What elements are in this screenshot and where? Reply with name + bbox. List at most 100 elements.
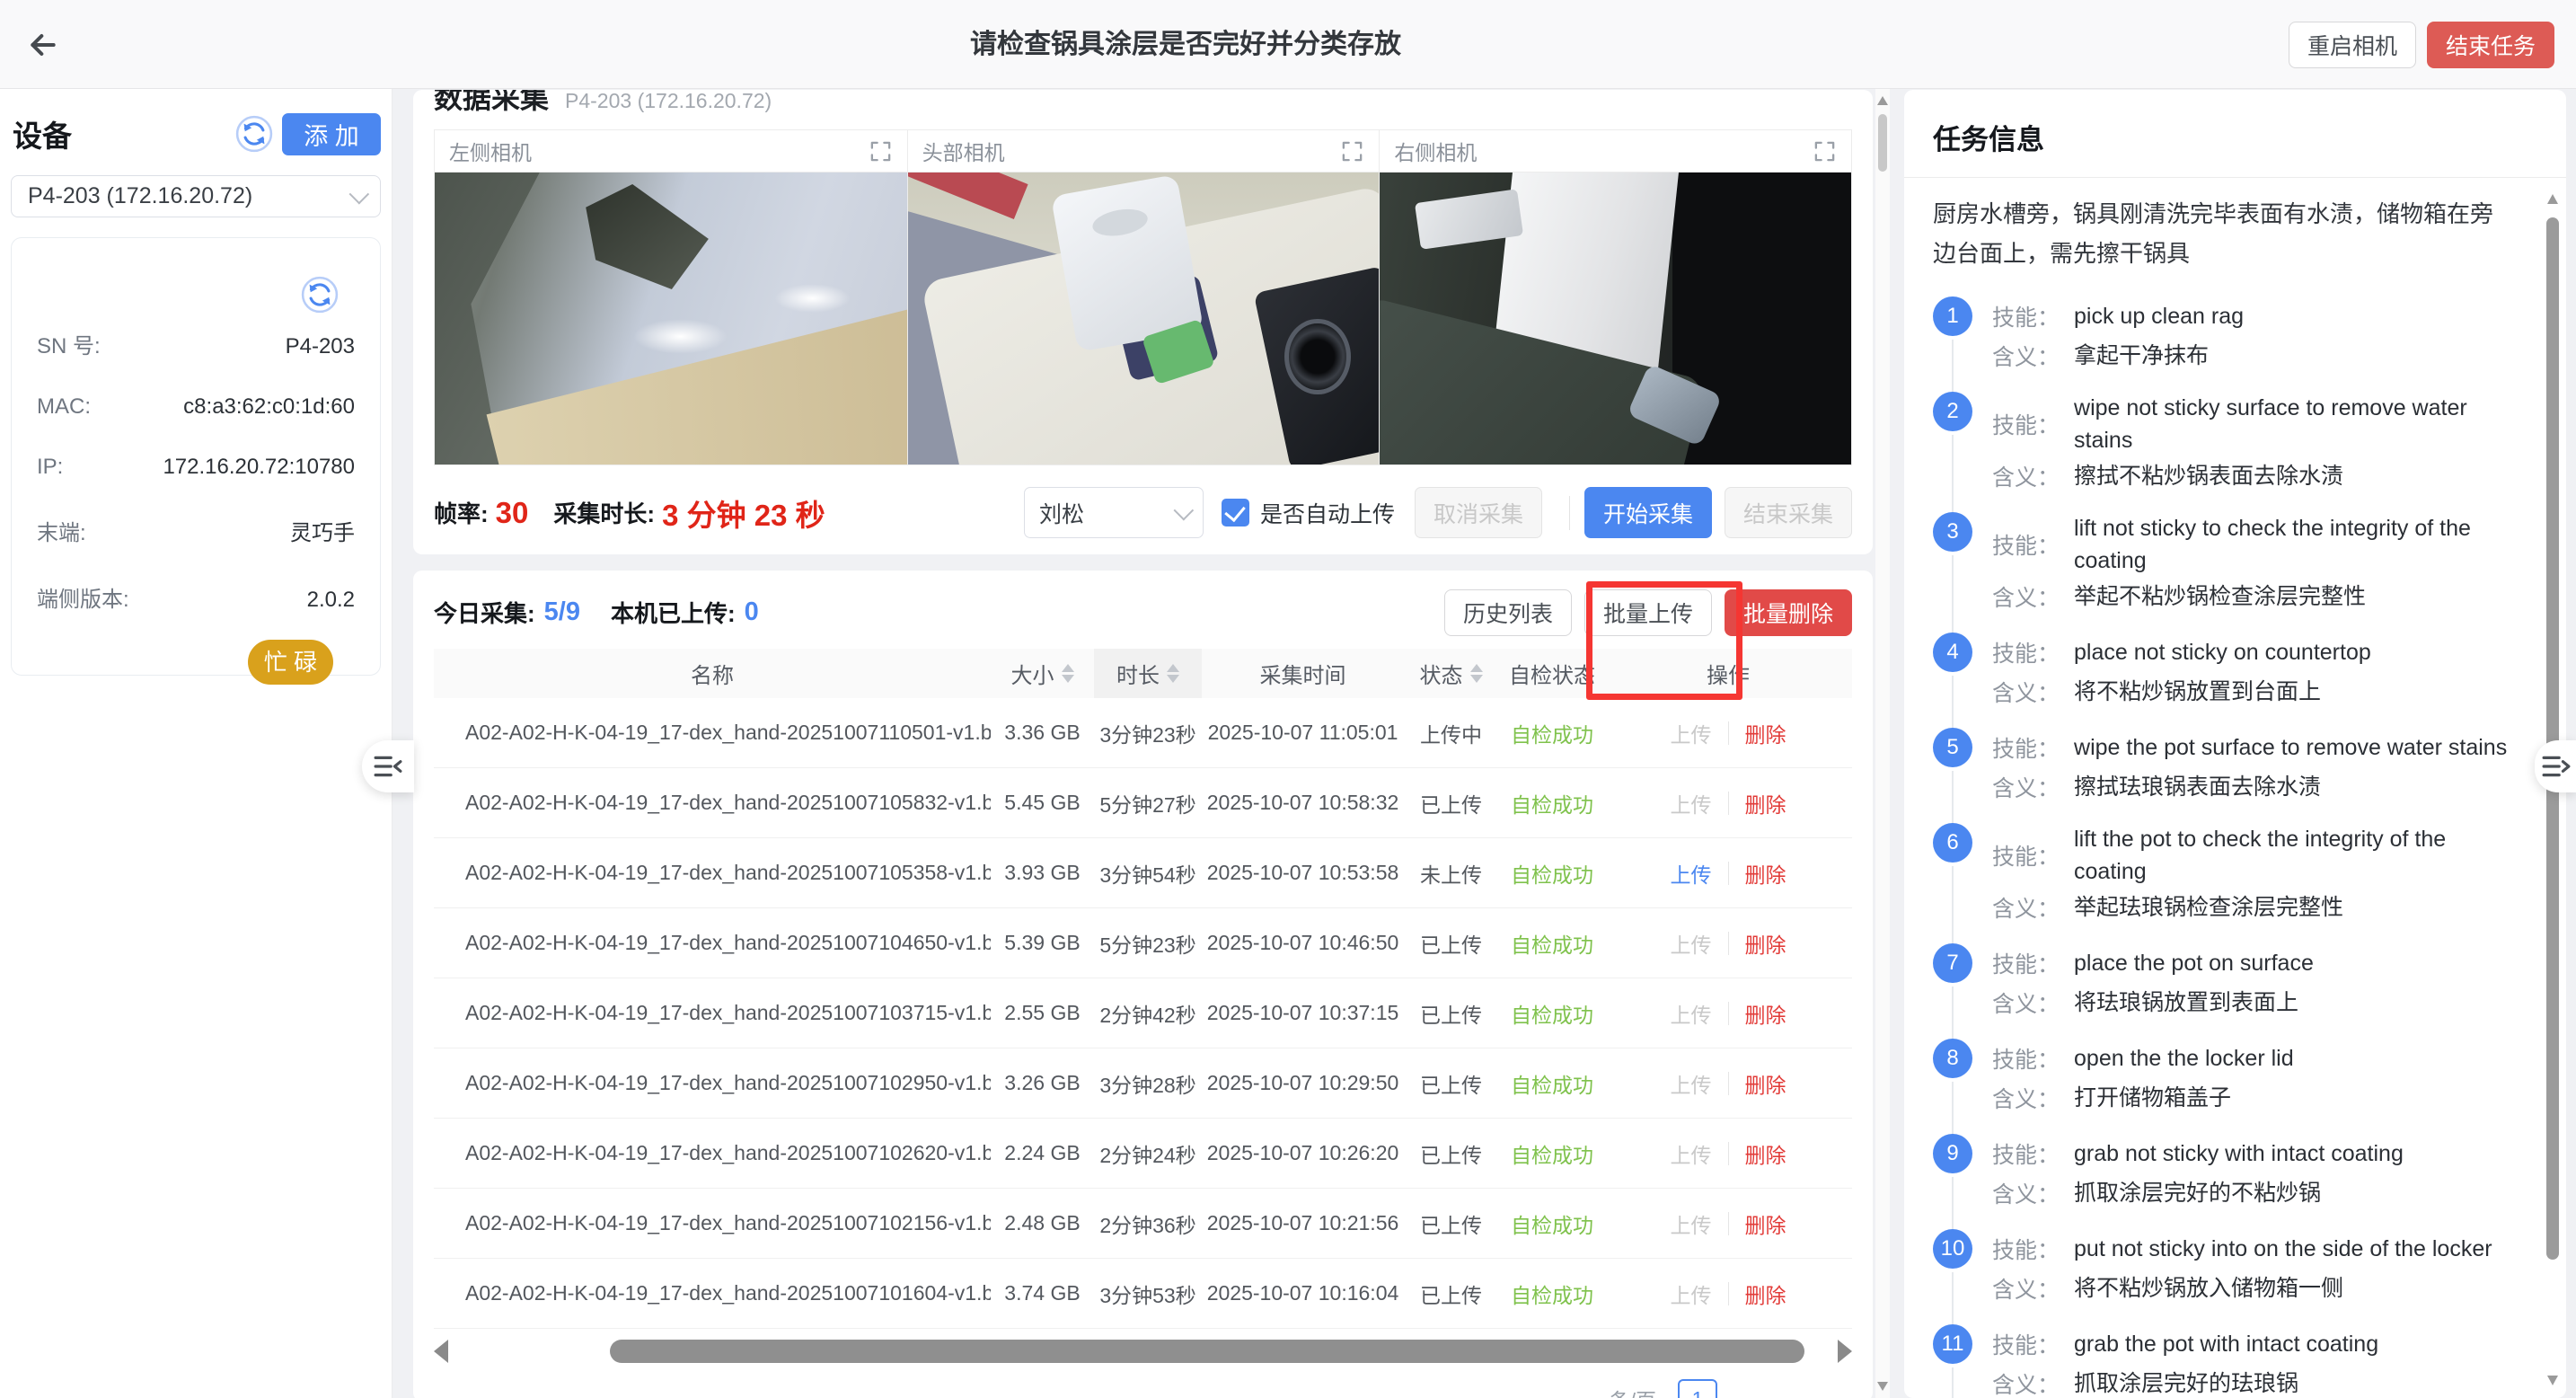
scroll-up-arrow-icon[interactable] (1877, 96, 1888, 105)
scroll-down-arrow-icon[interactable] (2547, 1376, 2558, 1385)
scroll-down-arrow-icon[interactable] (1877, 1382, 1888, 1391)
refresh-devices-icon[interactable] (235, 115, 273, 153)
skill-number-badge: 8 (1933, 1039, 1972, 1078)
column-header-4[interactable]: 状态 (1404, 649, 1498, 698)
scroll-right-arrow-icon[interactable] (1838, 1340, 1852, 1363)
upload-action-link[interactable]: 上传 (1671, 1279, 1712, 1309)
delete-action-link[interactable]: 删除 (1745, 718, 1786, 748)
skill-text: lift not sticky to check the integrity o… (2074, 512, 2512, 577)
column-header-2[interactable]: 时长 (1094, 649, 1202, 698)
file-name-cell: A02-A02-H-K-04-19_17-dex_hand-2025100710… (434, 931, 991, 955)
fullscreen-icon[interactable] (1340, 139, 1364, 164)
restart-camera-button[interactable]: 重启相机 (2289, 22, 2416, 68)
fullscreen-icon[interactable] (1813, 139, 1837, 164)
delete-action-link[interactable]: 删除 (1745, 1068, 1786, 1099)
row-actions-cell: 上传 删除 (1606, 858, 1850, 889)
vertical-scroll-thumb[interactable] (1878, 114, 1887, 172)
sort-caret-icon[interactable] (1470, 664, 1483, 683)
meaning-label: 含义： (1992, 771, 2060, 803)
upload-status-cell: 未上传 (1404, 858, 1498, 889)
meaning-text: 拿起干净抹布 (2074, 340, 2209, 372)
menu-fold-icon (374, 754, 402, 779)
file-name-cell: A02-A02-H-K-04-19_17-dex_hand-2025100710… (434, 1141, 991, 1165)
row-actions-cell: 上传 删除 (1606, 1068, 1850, 1099)
history-list-button[interactable]: 历史列表 (1444, 589, 1572, 636)
skill-item: 7 技能： place the pot on surface 含义： 将珐琅锅放… (1933, 943, 2512, 1022)
column-header-5: 自检状态 (1498, 649, 1606, 698)
page-number-button[interactable]: 1 (1678, 1379, 1717, 1398)
meaning-text: 举起珐琅锅检查涂层完整性 (2074, 891, 2343, 924)
skill-text: place not sticky on countertop (2074, 636, 2371, 668)
row-actions-cell: 上传 删除 (1606, 1208, 1850, 1239)
task-scroll-thumb[interactable] (2546, 217, 2559, 1260)
meaning-text: 擦拭珐琅锅表面去除水渍 (2074, 771, 2321, 803)
collapse-task-panel-tab[interactable] (2535, 740, 2576, 792)
row-actions-cell: 上传 删除 (1606, 998, 1850, 1029)
section-title: 数据采集 (434, 90, 549, 117)
delete-action-link[interactable]: 删除 (1745, 1279, 1786, 1309)
upload-action-link[interactable]: 上传 (1671, 1138, 1712, 1169)
upload-action-link[interactable]: 上传 (1671, 718, 1712, 748)
horizontal-scroll-track[interactable] (459, 1339, 1827, 1364)
skill-item: 5 技能： wipe the pot surface to remove wat… (1933, 728, 2512, 807)
delete-action-link[interactable]: 删除 (1745, 998, 1786, 1029)
delete-action-link[interactable]: 删除 (1745, 1138, 1786, 1169)
scroll-up-arrow-icon[interactable] (2547, 194, 2558, 204)
delete-action-link[interactable]: 删除 (1745, 788, 1786, 818)
button-divider (1569, 496, 1570, 530)
upload-action-link[interactable]: 上传 (1671, 1068, 1712, 1099)
upload-action-link[interactable]: 上传 (1671, 1208, 1712, 1239)
device-status-badge: 忙 碌 (248, 640, 333, 685)
skill-number-badge: 6 (1933, 823, 1972, 863)
file-duration-cell: 5分钟27秒 (1094, 788, 1202, 818)
file-size-cell: 2.24 GB (991, 1141, 1094, 1165)
fullscreen-icon[interactable] (869, 139, 893, 164)
sort-caret-icon[interactable] (1062, 664, 1074, 683)
auto-upload-checkbox[interactable] (1222, 499, 1249, 526)
device-select[interactable]: P4-203 (172.16.20.72) (11, 175, 381, 217)
cancel-collect-button[interactable]: 取消采集 (1415, 487, 1542, 538)
upload-action-link[interactable]: 上传 (1671, 858, 1712, 889)
action-divider (1728, 862, 1729, 885)
upload-action-link[interactable]: 上传 (1671, 788, 1712, 818)
collect-time-cell: 2025-10-07 10:37:15 (1202, 1001, 1404, 1025)
device-info-row: MAC: c8:a3:62:c0:1d:60 (37, 394, 355, 420)
device-info-row: SN 号: P4-203 (37, 328, 355, 359)
meaning-label: 含义： (1992, 676, 2060, 708)
device-info-row: 端侧版本: 2.0.2 (37, 581, 355, 613)
upload-status-cell: 已上传 (1404, 928, 1498, 959)
collect-time-cell: 2025-10-07 10:21:56 (1202, 1211, 1404, 1235)
delete-action-link[interactable]: 删除 (1745, 928, 1786, 959)
file-size-cell: 5.39 GB (991, 931, 1094, 955)
camera-panel: 头部相机 (907, 130, 1380, 465)
column-header-1[interactable]: 大小 (991, 649, 1094, 698)
upload-status-cell: 已上传 (1404, 1068, 1498, 1099)
refresh-device-info-icon[interactable] (301, 276, 339, 314)
collapse-sidebar-tab[interactable] (362, 740, 414, 792)
upload-action-link[interactable]: 上传 (1671, 998, 1712, 1029)
action-divider (1728, 1142, 1729, 1165)
device-info-label: 末端: (37, 515, 86, 546)
task-description: 厨房水槽旁，锅具刚清洗完毕表面有水渍，储物箱在旁边台面上，需先擦干锅具 (1933, 194, 2512, 273)
start-collect-button[interactable]: 开始采集 (1584, 487, 1712, 538)
device-info-label: IP: (37, 455, 63, 480)
page-title: 请检查锅具涂层是否完好并分类存放 (0, 0, 2576, 89)
task-panel-title: 任务信息 (1933, 117, 2566, 157)
file-name-cell: A02-A02-H-K-04-19_17-dex_hand-2025100710… (434, 1001, 991, 1025)
meaning-label: 含义： (1992, 460, 2060, 492)
batch-upload-button[interactable]: 批量上传 (1584, 589, 1712, 636)
pagination: 条/页 1 (434, 1379, 1852, 1398)
end-task-button[interactable]: 结束任务 (2427, 22, 2554, 68)
sort-caret-icon[interactable] (1167, 664, 1179, 683)
scroll-left-arrow-icon[interactable] (434, 1340, 448, 1363)
table-row: A02-A02-H-K-04-19_17-dex_hand-2025100710… (434, 1119, 1852, 1189)
operator-select[interactable]: 刘松 (1024, 487, 1204, 538)
upload-action-link[interactable]: 上传 (1671, 928, 1712, 959)
delete-action-link[interactable]: 删除 (1745, 1208, 1786, 1239)
delete-action-link[interactable]: 删除 (1745, 858, 1786, 889)
finish-collect-button[interactable]: 结束采集 (1725, 487, 1852, 538)
horizontal-scroll-thumb[interactable] (610, 1340, 1804, 1363)
page-size-suffix[interactable]: 条/页 (1610, 1384, 1656, 1398)
batch-delete-button[interactable]: 批量删除 (1725, 589, 1852, 636)
add-device-button[interactable]: 添 加 (282, 113, 381, 155)
